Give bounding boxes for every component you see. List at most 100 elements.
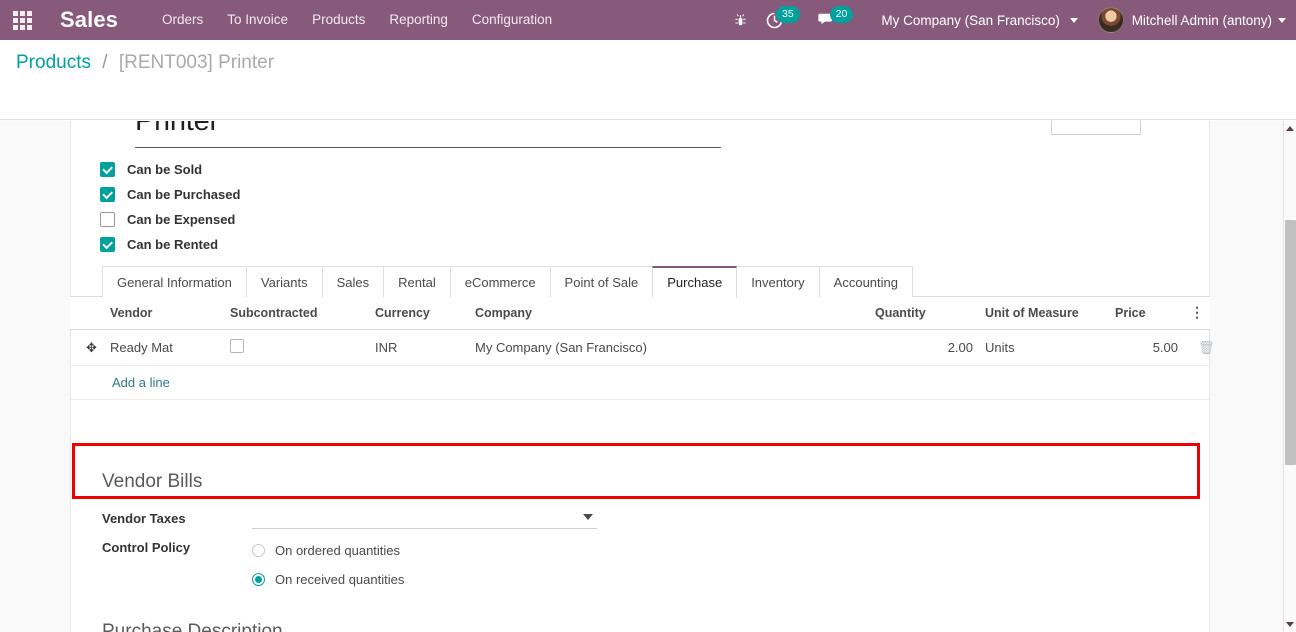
title-row: Printer <box>103 121 1177 151</box>
avatar <box>1097 7 1124 33</box>
breadcrumb-products-link[interactable]: Products <box>16 52 91 73</box>
cell-currency[interactable]: INR <box>369 329 469 366</box>
header-drag <box>70 297 104 330</box>
checkbox-icon[interactable] <box>100 212 115 227</box>
apps-menu-button[interactable] <box>0 0 44 40</box>
vertical-scrollbar[interactable] <box>1283 121 1296 632</box>
checkbox-can-be-expensed[interactable]: Can be Expensed <box>100 207 240 232</box>
tab-rental[interactable]: Rental <box>383 266 451 298</box>
menu-item-to-invoice[interactable]: To Invoice <box>215 0 300 40</box>
header-subcontracted: Subcontracted <box>224 297 369 330</box>
header-company: Company <box>469 297 729 330</box>
control-policy-options: On ordered quantities On received quanti… <box>252 536 1102 594</box>
radio-on-ordered-quantities[interactable]: On ordered quantities <box>252 536 1102 565</box>
control-policy-row: Control Policy On ordered quantities On … <box>102 536 1102 594</box>
header-price: Price <box>1109 297 1184 330</box>
checkbox-icon[interactable] <box>100 162 115 177</box>
add-a-line-link[interactable]: Add a line <box>110 375 170 390</box>
menu-item-configuration[interactable]: Configuration <box>460 0 564 40</box>
cell-company[interactable]: My Company (San Francisco) <box>469 329 869 366</box>
chevron-down-icon <box>1069 18 1078 24</box>
header-quantity: Quantity <box>869 297 979 330</box>
table-row[interactable]: ✥ Ready Mat INR My Company (San Francisc… <box>70 329 1215 366</box>
product-flags: Can be Sold Can be Purchased Can be Expe… <box>100 157 240 257</box>
radio-on-received-quantities[interactable]: On received quantities <box>252 565 1102 594</box>
radio-icon[interactable] <box>252 573 265 586</box>
header-currency: Currency <box>369 297 469 330</box>
vendor-taxes-label: Vendor Taxes <box>102 511 186 526</box>
checkbox-icon[interactable] <box>100 237 115 252</box>
header-spacer <box>729 297 869 330</box>
control-policy-label: Control Policy <box>102 540 191 555</box>
vendor-bills-group: Vendor Bills Vendor Taxes Control Policy <box>102 471 1102 601</box>
product-image[interactable] <box>1051 121 1141 135</box>
optional-columns-button[interactable]: ⋮ <box>1184 297 1210 330</box>
cell-vendor[interactable]: Ready Mat <box>104 329 224 366</box>
vendor-taxes-value <box>252 507 1102 529</box>
tab-general-information[interactable]: General Information <box>102 266 247 298</box>
add-a-line-row[interactable]: Add a line <box>70 365 1210 400</box>
user-menu[interactable]: Mitchell Admin (antony) <box>1097 7 1286 33</box>
cell-subcontracted[interactable] <box>224 329 369 366</box>
cell-price[interactable]: 5.00 <box>1109 329 1184 366</box>
delete-row-button[interactable]: 🗑 <box>1184 329 1215 366</box>
activity-menu-button[interactable]: 35 <box>760 6 806 29</box>
sheet-background: Printer Can be Sold Can be Purchased Can… <box>0 121 1283 632</box>
checkbox-can-be-purchased[interactable]: Can be Purchased <box>100 182 240 207</box>
radio-label: On received quantities <box>275 572 405 587</box>
debug-menu-button[interactable] <box>727 13 754 28</box>
messages-count-badge: 20 <box>829 6 854 23</box>
menu-item-products[interactable]: Products <box>300 0 377 40</box>
tab-inventory[interactable]: Inventory <box>736 266 820 298</box>
radio-label: On ordered quantities <box>275 543 401 558</box>
notebook-tabs: General Information Variants Sales Renta… <box>102 266 913 298</box>
cell-quantity[interactable]: 2.00 <box>869 329 979 366</box>
company-switcher-label: My Company (San Francisco) <box>881 12 1060 28</box>
checkbox-label: Can be Expensed <box>127 212 236 227</box>
vendor-bills-title: Vendor Bills <box>102 471 203 492</box>
scroll-down-arrow-icon[interactable] <box>1286 622 1294 627</box>
header-unit-of-measure: Unit of Measure <box>979 297 1109 330</box>
checkbox-can-be-rented[interactable]: Can be Rented <box>100 232 240 257</box>
checkbox-can-be-sold[interactable]: Can be Sold <box>100 157 240 182</box>
checkbox-label: Can be Rented <box>127 237 219 252</box>
radio-icon[interactable] <box>252 544 265 557</box>
user-menu-label: Mitchell Admin (antony) <box>1131 12 1272 28</box>
purchase-description-title: Purchase Description <box>102 621 283 632</box>
messages-menu-button[interactable]: 20 <box>812 6 860 28</box>
tab-variants[interactable]: Variants <box>245 266 323 298</box>
control-panel: Products / [RENT003] Printer SAVE DISCAR… <box>0 40 1296 157</box>
tab-ecommerce[interactable]: eCommerce <box>449 266 551 298</box>
page-title: Printer <box>135 121 220 137</box>
breadcrumb-separator: / <box>102 52 108 73</box>
company-switcher[interactable]: My Company (San Francisco) <box>881 12 1078 28</box>
vendor-taxes-input[interactable] <box>252 507 597 529</box>
checkbox-icon[interactable] <box>100 187 115 202</box>
bug-icon <box>735 13 746 25</box>
checkbox-label: Can be Purchased <box>127 187 241 202</box>
breadcrumb: Products / [RENT003] Printer <box>16 52 274 74</box>
trash-icon[interactable]: 🗑 <box>1198 340 1215 355</box>
drag-handle-icon[interactable]: ✥ <box>86 340 97 355</box>
menu-item-orders[interactable]: Orders <box>150 0 215 40</box>
row-drag-handle-cell[interactable]: ✥ <box>70 329 104 366</box>
scroll-thumb[interactable] <box>1285 220 1296 465</box>
menu-item-reporting[interactable]: Reporting <box>377 0 460 40</box>
checkbox-label: Can be Sold <box>127 162 203 177</box>
scroll-up-arrow-icon[interactable] <box>1286 126 1294 131</box>
tab-sales[interactable]: Sales <box>321 266 385 298</box>
tab-purchase[interactable]: Purchase <box>652 266 738 298</box>
title-underline <box>135 147 721 148</box>
header-vendor: Vendor <box>104 297 224 330</box>
chevron-down-icon[interactable] <box>583 514 593 520</box>
main-menu: Orders To Invoice Products Reporting Con… <box>150 0 564 40</box>
cell-unit-of-measure[interactable]: Units <box>979 329 1109 366</box>
navbar-right-tools: 35 20 My Company (San Francisco) Mitchel… <box>727 6 1296 33</box>
form-view-content: Printer Can be Sold Can be Purchased Can… <box>0 121 1296 632</box>
add-a-line-cell[interactable]: Add a line <box>104 365 1210 400</box>
activity-count-badge: 35 <box>775 6 800 23</box>
tab-accounting[interactable]: Accounting <box>818 266 913 298</box>
tab-point-of-sale[interactable]: Point of Sale <box>549 266 654 298</box>
app-brand-name[interactable]: Sales <box>44 7 128 33</box>
checkbox-icon[interactable] <box>230 339 244 353</box>
